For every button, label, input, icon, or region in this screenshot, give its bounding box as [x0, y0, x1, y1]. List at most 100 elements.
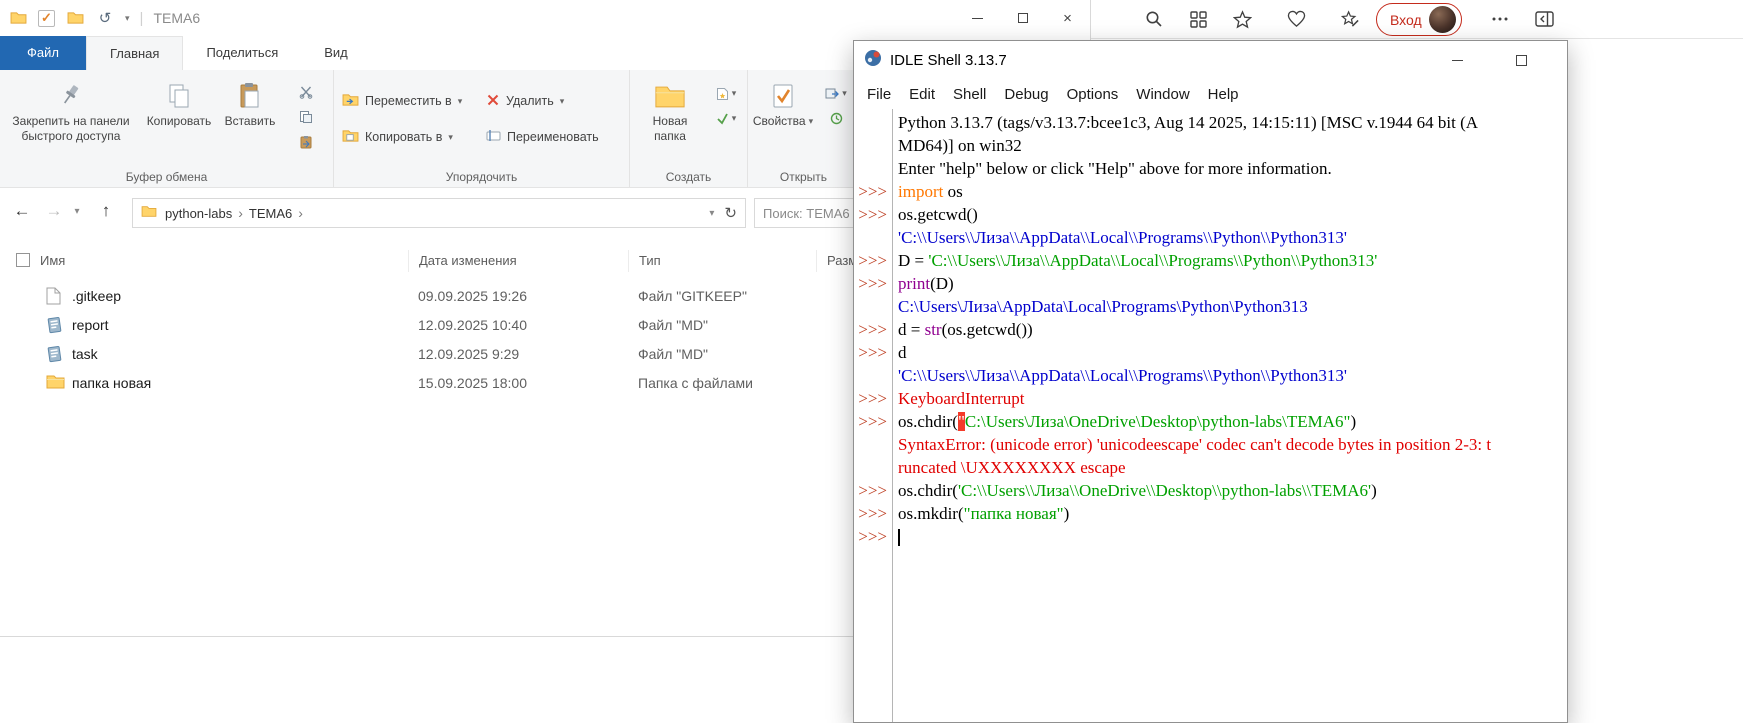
pin-to-quickaccess-button[interactable]: Закрепить на панели быстрого доступа — [4, 78, 138, 144]
file-type: Файл "GITKEEP" — [638, 282, 747, 311]
back-button[interactable]: ← — [8, 196, 36, 226]
address-chevron-down-icon[interactable]: ▾ — [709, 208, 714, 219]
sidebar-toggle-icon[interactable] — [1530, 5, 1558, 33]
maximize-button[interactable] — [1499, 41, 1543, 79]
paste-shortcut-icon[interactable] — [286, 130, 326, 153]
search-input[interactable]: Поиск: TEMA6 — [754, 198, 866, 228]
tab-Файл[interactable]: Файл — [0, 36, 86, 70]
new-folder-icon — [654, 78, 686, 114]
rename-button[interactable]: Переименовать — [486, 124, 599, 150]
ribbon-group-label: Упорядочить — [334, 170, 629, 184]
breadcrumb-item[interactable]: TEMA6 — [247, 206, 294, 221]
idle-titlebar: IDLE Shell 3.13.7 — [854, 41, 1567, 79]
maximize-button[interactable] — [1000, 0, 1045, 36]
chevron-right-icon: › — [294, 205, 307, 221]
breadcrumb: python-labs›TEMA6› — [163, 205, 307, 221]
tab-Поделиться[interactable]: Поделиться — [183, 36, 301, 70]
chevron-down-icon: ▾ — [809, 114, 814, 129]
menu-window[interactable]: Window — [1127, 84, 1198, 105]
shell-line: 'C:\\Users\\Лиза\\AppData\\Local\\Progra… — [854, 364, 1567, 387]
minimize-button[interactable] — [1435, 41, 1479, 79]
button-label: Копировать в — [365, 130, 442, 144]
ribbon-group-clipboard: Закрепить на панели быстрого доступа Коп… — [0, 70, 334, 187]
search-icon[interactable] — [1140, 5, 1168, 33]
forward-button[interactable]: → — [40, 196, 68, 226]
easy-access-icon[interactable]: ▾ — [708, 107, 744, 130]
signin-button[interactable]: Вход — [1376, 3, 1462, 36]
up-button[interactable]: ↑ — [92, 196, 120, 226]
shell-prompt: >>> — [854, 502, 887, 525]
shell-line: SyntaxError: (unicode error) 'unicodeesc… — [854, 433, 1567, 456]
menu-file[interactable]: File — [858, 84, 900, 105]
history-icon[interactable] — [818, 107, 854, 130]
shell-content[interactable]: Python 3.13.7 (tags/v3.13.7:bcee1c3, Aug… — [854, 109, 1567, 722]
file-date: 12.09.2025 10:40 — [418, 311, 527, 340]
qat-chevron-down-icon[interactable]: ▾ — [125, 13, 130, 24]
address-folder-icon — [141, 205, 157, 221]
menu-debug[interactable]: Debug — [995, 84, 1057, 105]
tab-Главная[interactable]: Главная — [86, 36, 183, 70]
menu-edit[interactable]: Edit — [900, 84, 944, 105]
minimize-button[interactable] — [955, 0, 1000, 36]
file-name: .gitkeep — [72, 282, 121, 311]
shell-output: Python 3.13.7 (tags/v3.13.7:bcee1c3, Aug… — [854, 111, 1567, 548]
nav-history-chevron-icon[interactable]: ▾ — [68, 196, 86, 226]
close-button[interactable]: × — [1045, 0, 1090, 36]
ribbon-group-label: Открыть — [748, 170, 859, 184]
quick-access-check-icon[interactable]: ✓ — [38, 10, 55, 27]
shell-line: runcated \UXXXXXXXX escape — [854, 456, 1567, 479]
quick-access-folder-icon[interactable] — [65, 8, 85, 28]
md-file-icon — [46, 316, 64, 337]
file-date: 15.09.2025 18:00 — [418, 369, 527, 398]
column-header[interactable]: Дата изменения — [408, 250, 620, 272]
shell-line: >>>os.getcwd() — [854, 203, 1567, 226]
properties-button[interactable]: Свойства ▾ — [752, 78, 814, 129]
copy-to-button[interactable]: Копировать в ▾ — [342, 124, 453, 150]
shell-line: >>>d — [854, 341, 1567, 364]
shell-prompt: >>> — [854, 479, 887, 502]
open-icon[interactable]: ▾ — [818, 82, 854, 105]
column-header[interactable]: Имя — [40, 250, 400, 272]
shell-line: MD64)] on win32 — [854, 134, 1567, 157]
shell-line: Python 3.13.7 (tags/v3.13.7:bcee1c3, Aug… — [854, 111, 1567, 134]
column-header[interactable]: Тип — [628, 250, 808, 272]
move-to-button[interactable]: Переместить в ▾ — [342, 88, 462, 114]
shell-line: >>>os.chdir('C:\\Users\\Лиза\\OneDrive\\… — [854, 479, 1567, 502]
more-options-icon[interactable] — [1486, 5, 1514, 33]
new-item-icon[interactable]: ▾ — [708, 82, 744, 105]
apps-grid-icon[interactable] — [1184, 5, 1212, 33]
paste-button[interactable]: Вставить — [220, 78, 280, 129]
redo-icon[interactable]: ↺ — [95, 8, 115, 28]
menu-shell[interactable]: Shell — [944, 84, 995, 105]
tab-Вид[interactable]: Вид — [301, 36, 371, 70]
shell-line: >>>print(D) — [854, 272, 1567, 295]
browser-essentials-icon[interactable] — [1282, 5, 1310, 33]
window-controls: × — [955, 0, 1090, 36]
button-label: Переместить в — [365, 94, 452, 108]
file-date: 12.09.2025 9:29 — [418, 340, 519, 369]
new-folder-button[interactable]: Новая папка — [636, 78, 704, 144]
shell-line: >>> — [854, 525, 1567, 548]
address-bar[interactable]: python-labs›TEMA6› ▾ ↻ — [132, 198, 746, 228]
separator: | — [140, 10, 144, 27]
collections-icon[interactable] — [1336, 5, 1364, 33]
button-label: Новая — [653, 114, 688, 129]
delete-button[interactable]: Удалить ▾ — [486, 88, 564, 114]
refresh-icon[interactable]: ↻ — [724, 204, 737, 222]
ribbon-group-label: Создать — [630, 170, 747, 184]
menu-options[interactable]: Options — [1058, 84, 1128, 105]
shell-line: >>>os.mkdir("папка новая") — [854, 502, 1567, 525]
properties-icon — [770, 78, 796, 114]
copy-path-icon[interactable] — [286, 105, 326, 128]
copy-button[interactable]: Копировать — [140, 78, 218, 129]
menu-help[interactable]: Help — [1199, 84, 1248, 105]
shell-prompt: >>> — [854, 525, 887, 548]
paste-icon — [238, 78, 262, 114]
cut-icon[interactable] — [286, 80, 326, 103]
button-label: быстрого доступа — [22, 129, 121, 144]
breadcrumb-item[interactable]: python-labs — [163, 206, 234, 221]
favorites-star-icon[interactable] — [1228, 5, 1256, 33]
select-all-checkbox[interactable] — [16, 253, 30, 267]
shell-line: >>>KeyboardInterrupt — [854, 387, 1567, 410]
ribbon-group-create: Новая папка ▾ ▾ Создать — [630, 70, 748, 187]
